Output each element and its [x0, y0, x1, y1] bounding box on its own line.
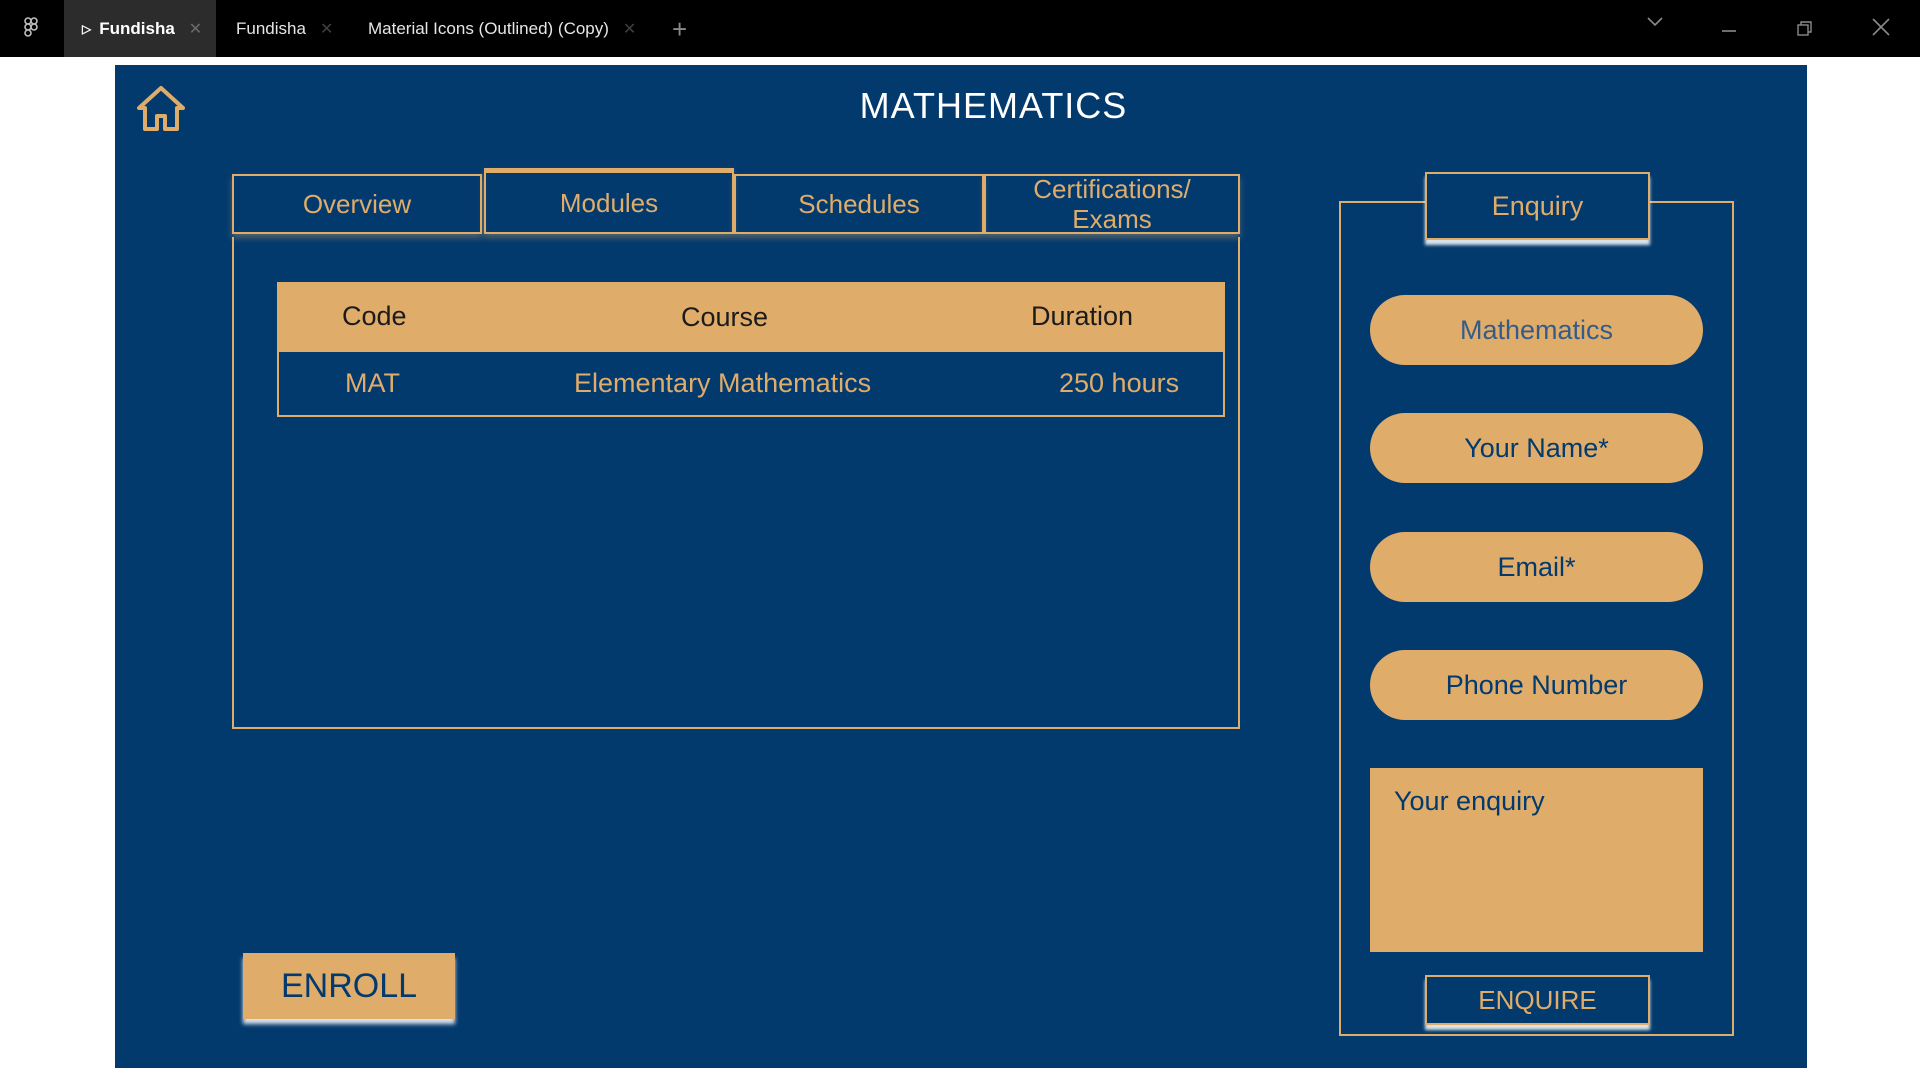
enroll-button[interactable]: ENROLL	[243, 953, 455, 1019]
window-tab-fundisha[interactable]: Fundisha ✕	[236, 0, 333, 57]
table-header-course: Course	[681, 302, 769, 332]
tab-schedules[interactable]: Schedules	[734, 174, 984, 234]
restore-icon[interactable]	[1796, 18, 1814, 44]
prototype-canvas: MATHEMATICS Overview Modules Schedules C…	[115, 65, 1807, 1068]
new-tab-plus-icon[interactable]: +	[672, 14, 687, 45]
figma-logo-icon[interactable]	[18, 16, 44, 42]
tab-label: Modules	[559, 187, 659, 218]
window-tab-label: Fundisha	[99, 18, 175, 38]
table-cell-duration: 250 hours	[1059, 368, 1180, 398]
table-header-duration: Duration	[1031, 301, 1134, 331]
close-tab-icon[interactable]: ✕	[189, 19, 202, 39]
table-cell-code: MAT	[345, 368, 400, 398]
tab-modules[interactable]: Modules	[484, 168, 734, 234]
page-title: MATHEMATICS	[859, 85, 1128, 126]
tab-label: Schedules	[798, 189, 920, 219]
enquire-button[interactable]: ENQUIRE	[1425, 975, 1650, 1025]
subject-field[interactable]	[1370, 295, 1703, 365]
tab-label: Certifications/ Exams	[1033, 174, 1191, 234]
tab-certifications-exams[interactable]: Certifications/ Exams	[984, 174, 1240, 234]
enquiry-title-tab[interactable]: Enquiry	[1425, 172, 1650, 240]
tab-label: Overview	[302, 189, 412, 219]
enquiry-message-field[interactable]	[1370, 768, 1703, 952]
window-tab-label: Fundisha	[236, 18, 306, 38]
play-icon: ▷	[82, 21, 92, 36]
minimize-icon[interactable]	[1720, 16, 1738, 42]
close-tab-icon[interactable]: ✕	[320, 19, 333, 39]
table-header-code: Code	[342, 301, 407, 331]
name-field[interactable]	[1370, 413, 1703, 483]
tab-overview[interactable]: Overview	[232, 174, 482, 234]
close-tab-icon[interactable]: ✕	[623, 19, 636, 39]
table-header-row: Code Course Duration	[279, 284, 1223, 352]
window-titlebar: ▷ Fundisha ✕ Fundisha ✕ Material Icons (…	[0, 0, 1920, 57]
window-tab-fundisha-active[interactable]: ▷ Fundisha ✕	[64, 0, 216, 57]
modules-table: Code Course Duration MAT Elementary Math…	[277, 282, 1225, 417]
window-tab-material-icons[interactable]: Material Icons (Outlined) (Copy) ✕	[368, 0, 636, 57]
close-window-icon[interactable]	[1871, 17, 1891, 43]
chevron-down-icon[interactable]	[1644, 10, 1666, 38]
email-field[interactable]	[1370, 532, 1703, 602]
phone-field[interactable]	[1370, 650, 1703, 720]
window-tab-label: Material Icons (Outlined) (Copy)	[368, 18, 609, 38]
table-cell-course: Elementary Mathematics	[574, 368, 872, 398]
